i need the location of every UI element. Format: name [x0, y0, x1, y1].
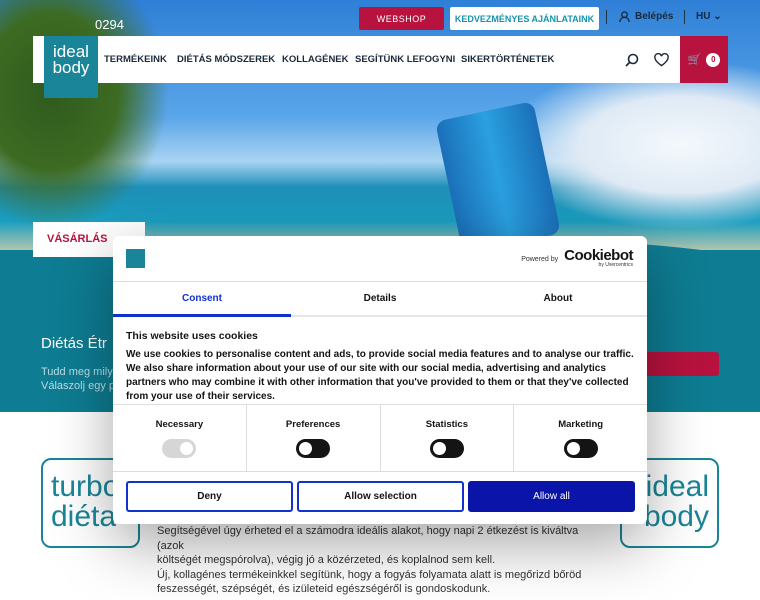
subtitle-line: Tudd meg mily [41, 366, 113, 378]
nav-kollagenek[interactable]: KOLLAGÉNEK [282, 54, 349, 65]
tab-about[interactable]: About [469, 282, 647, 315]
powered-by-label: Powered by [521, 255, 559, 263]
login-label: Belépés [635, 11, 674, 22]
site-logo-small [126, 249, 145, 268]
preferences-toggle[interactable] [296, 439, 331, 458]
category-label: Preferences [285, 419, 341, 430]
language-label: HU [696, 11, 711, 22]
tab-consent[interactable]: Consent [113, 282, 291, 317]
text-line: Segítségével úgy érheted el a számodra i… [157, 525, 579, 552]
intro-text: Segítségével úgy érheted el a számodra i… [157, 524, 597, 597]
login-link[interactable]: Belépés [619, 11, 673, 22]
text-line: költségét megspórolva), végig jó a közér… [157, 554, 496, 566]
chevron-down-icon: ⌄ [713, 11, 722, 22]
deny-button[interactable]: Deny [126, 481, 293, 512]
offers-button[interactable]: KEDVEZMÉNYES AJÁNLATAINK [450, 7, 599, 30]
heart-icon[interactable] [654, 53, 669, 67]
category-label: Marketing [558, 419, 604, 430]
section-subtitle: Tudd meg mily Válaszolj egy pá [41, 365, 121, 393]
webshop-button[interactable]: WEBSHOP [359, 7, 444, 30]
tab-details[interactable]: Details [291, 282, 469, 315]
user-icon [619, 11, 630, 22]
text-line: Új, kollagénes termékeinkkel segítünk, h… [157, 568, 582, 581]
cookie-tabs: Consent Details About [113, 281, 647, 317]
cart-icon: 🛒 [687, 54, 702, 66]
category-statistics: Statistics [381, 405, 515, 471]
language-selector[interactable]: HU ⌄ [696, 11, 722, 22]
marketing-toggle[interactable] [563, 439, 598, 458]
cart-count: 0 [706, 52, 721, 67]
cookie-text: We use cookies to personalise content an… [126, 349, 634, 402]
category-marketing: Marketing [514, 405, 647, 471]
divider [606, 10, 607, 24]
section-title: Diétás Étr [41, 335, 107, 352]
search-icon[interactable] [625, 53, 639, 67]
cookie-consent-dialog: Powered by Cookiebot by Usercentrics Cons… [113, 236, 647, 524]
nav-segitunk-lefogyni[interactable]: SEGÍTÜNK LEFOGYNI [355, 54, 455, 65]
allow-selection-button[interactable]: Allow selection [297, 481, 464, 512]
category-preferences: Preferences [247, 405, 381, 471]
category-necessary: Necessary [113, 405, 247, 471]
text-line: feszességét, szépségét, és izületeid egé… [157, 583, 491, 595]
divider [684, 10, 685, 24]
nav-sikertortenetek[interactable]: SIKERTÖRTÉNETEK [461, 54, 554, 65]
statistics-toggle[interactable] [429, 439, 464, 458]
palm-trees-image [0, 0, 170, 230]
category-label: Statistics [425, 419, 468, 430]
subtitle-line: Válaszolj egy pá [41, 380, 122, 392]
site-logo[interactable]: ideal body [44, 36, 98, 98]
cookiebot-logo: Cookiebot [564, 247, 633, 264]
cookie-categories: Necessary Preferences Statistics Marketi… [113, 404, 647, 472]
cookiebot-branding[interactable]: Powered by Cookiebot by Usercentrics [521, 247, 633, 268]
allow-all-button[interactable]: Allow all [468, 481, 635, 512]
phone-number[interactable]: 0294 [95, 17, 124, 32]
category-label: Necessary [155, 419, 204, 430]
necessary-toggle [162, 439, 197, 458]
cart-button[interactable]: 🛒 0 [680, 36, 728, 83]
nav-dietas-modszerek[interactable]: DIÉTÁS MÓDSZEREK [177, 54, 275, 65]
cookie-title: This website uses cookies [126, 330, 258, 342]
nav-termekeink[interactable]: TERMÉKEINK [104, 54, 167, 65]
